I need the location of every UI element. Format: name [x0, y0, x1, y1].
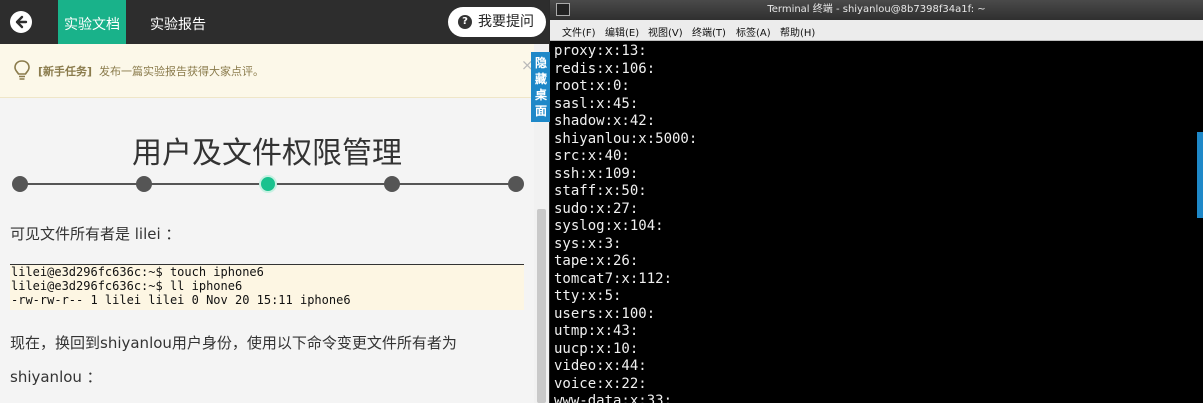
- terminal-line: sasl:x:45:: [554, 95, 639, 112]
- terminal-output[interactable]: proxy:x:13: redis:x:106: root:x:0: sasl:…: [554, 43, 1194, 403]
- paragraph-text: shiyanlou ：: [10, 368, 102, 386]
- terminal-line: staff:x:50:: [554, 183, 647, 199]
- terminal-title-bar: Terminal 终端 - shiyanlou@8b7398f34a1f: ~: [550, 0, 1203, 20]
- terminal-window: Terminal 终端 - shiyanlou@8b7398f34a1f: ~ …: [550, 0, 1203, 403]
- terminal-line: sudo:x:27:: [554, 200, 639, 217]
- terminal-line: tty:x:5:: [554, 288, 622, 304]
- progress-step-dot[interactable]: [136, 176, 152, 192]
- menu-terminal[interactable]: 终端(T): [692, 24, 726, 39]
- code-line: lilei@e3d296fc636c:~$ touch iphone6: [11, 265, 264, 279]
- menu-file[interactable]: 文件(F): [562, 24, 596, 39]
- terminal-line: uucp:x:10:: [554, 340, 639, 357]
- terminal-title: Terminal 终端 - shiyanlou@8b7398f34a1f: ~: [767, 4, 986, 15]
- question-icon: ?: [458, 15, 472, 29]
- terminal-line: tape:x:26:: [554, 253, 639, 269]
- menu-tabs[interactable]: 标签(A): [736, 24, 771, 39]
- terminal-line: shadow:x:42:: [554, 113, 656, 129]
- terminal-line: shiyanlou:x:5000:: [554, 130, 698, 147]
- progress-step-dot[interactable]: [384, 176, 400, 192]
- tab-lab-report[interactable]: 实验报告: [150, 14, 206, 34]
- menu-help[interactable]: 帮助(H): [780, 24, 815, 39]
- terminal-line: utmp:x:43:: [554, 323, 639, 339]
- progress-step-dot-active[interactable]: [259, 175, 277, 193]
- paragraph-text: 可见文件所有者是 lilei ：: [10, 225, 181, 243]
- terminal-line: www-data:x:33:: [554, 393, 673, 403]
- step-progress-bar: [12, 175, 524, 193]
- menu-edit[interactable]: 编辑(E): [605, 24, 639, 39]
- arrow-left-icon: [15, 15, 28, 29]
- menu-view[interactable]: 视图(V): [648, 24, 683, 39]
- terminal-line: sys:x:3:: [554, 235, 622, 252]
- progress-step-dot[interactable]: [12, 176, 28, 192]
- terminal-line: ssh:x:109:: [554, 165, 639, 182]
- paragraph-text: 现在，换回到shiyanlou用户身份，使用以下命令变更文件所有者为: [10, 334, 457, 352]
- progress-step-dot[interactable]: [508, 176, 524, 192]
- terminal-line: video:x:44:: [554, 358, 647, 374]
- terminal-line: root:x:0:: [554, 78, 630, 94]
- ask-question-label: 我要提问: [478, 14, 534, 30]
- back-button[interactable]: [10, 11, 32, 33]
- newbie-task-notice: [新手任务] 发布一篇实验报告获得大家点评。 ×: [0, 44, 534, 98]
- terminal-line: tomcat7:x:112:: [554, 270, 673, 287]
- terminal-line: proxy:x:13:: [554, 43, 647, 59]
- terminal-line: voice:x:22:: [554, 375, 647, 392]
- terminal-line: src:x:40:: [554, 148, 630, 164]
- lab-document-panel: 实验文档 实验报告 ? 我要提问 [新手任务] 发布一篇实验报告获得大家点评。 …: [0, 0, 549, 403]
- terminal-icon: [556, 3, 570, 16]
- terminal-line: redis:x:106:: [554, 60, 656, 77]
- scrollbar-thumb[interactable]: [537, 209, 546, 403]
- top-nav-bar: 实验文档 实验报告 ? 我要提问: [0, 0, 549, 52]
- terminal-line: users:x:100:: [554, 305, 656, 322]
- page-title: 用户及文件权限管理: [132, 136, 402, 171]
- side-toggle-tab[interactable]: [1197, 132, 1203, 218]
- terminal-line: syslog:x:104:: [554, 218, 664, 234]
- notice-text[interactable]: 发布一篇实验报告获得大家点评。: [99, 63, 264, 79]
- hide-desktop-button[interactable]: 隐藏桌面: [531, 52, 551, 122]
- ask-question-button[interactable]: ? 我要提问: [448, 7, 546, 37]
- code-line: lilei@e3d296fc636c:~$ ll iphone6: [11, 279, 243, 293]
- code-block: lilei@e3d296fc636c:~$ touch iphone6 lile…: [10, 264, 524, 310]
- notice-tag: [新手任务]: [38, 65, 93, 78]
- code-line: -rw-rw-r-- 1 lilei lilei 0 Nov 20 15:11 …: [11, 293, 351, 307]
- terminal-menu-bar: 文件(F) 编辑(E) 视图(V) 终端(T) 标签(A) 帮助(H): [550, 20, 1203, 41]
- lightbulb-icon: [14, 60, 30, 80]
